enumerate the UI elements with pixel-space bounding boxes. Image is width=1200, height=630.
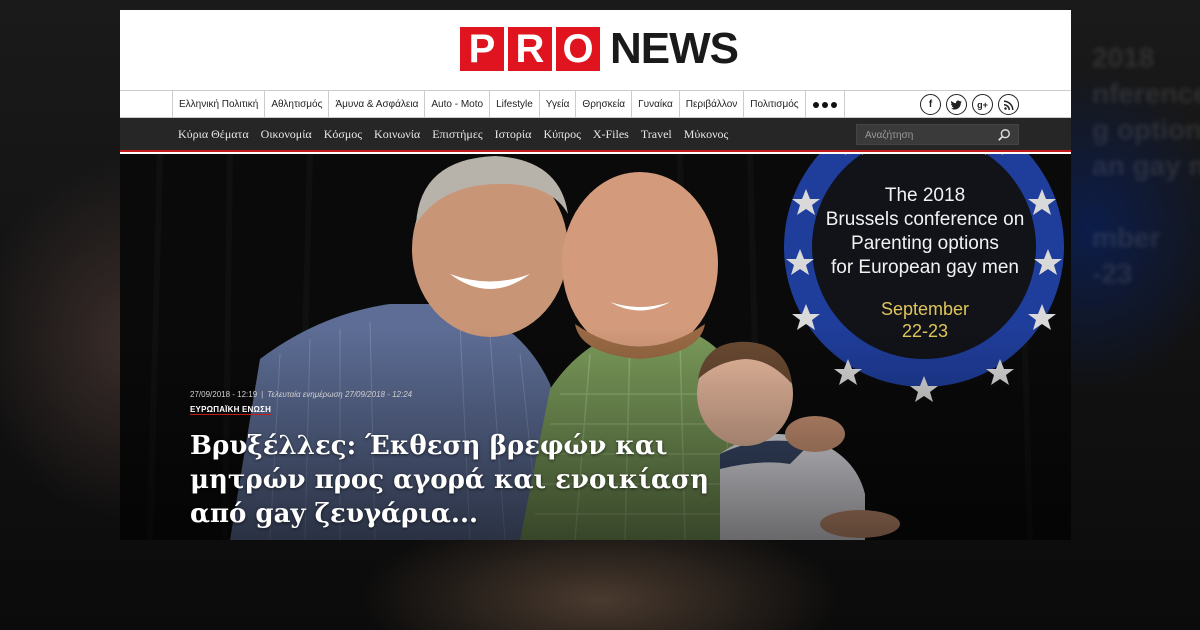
- subnav-item-cyprus[interactable]: Κύπρος: [543, 118, 580, 150]
- badge-line-3: Parenting options: [851, 233, 999, 254]
- subnav-item-science[interactable]: Επιστήμες: [432, 118, 482, 150]
- blurred-background-text: 2018 nference o g options an gay m mber …: [1092, 42, 1200, 289]
- article-category[interactable]: ΕΥΡΩΠΑΪΚΗ ΕΝΩΣΗ: [190, 405, 272, 415]
- article-meta: 27/09/2018 - 12:19 | Τελευταία ενημέρωση 2…: [190, 390, 413, 399]
- category-nav: Ελληνική Πολιτική Αθλητισμός Άμυνα & Ασφ…: [120, 90, 1071, 118]
- search-box: [856, 124, 1019, 145]
- section-nav: Κύρια Θέματα Οικονομία Κόσμος Κοινωνία Ε…: [120, 118, 1071, 152]
- twitter-icon[interactable]: [946, 94, 967, 115]
- badge-line-2: Brussels conference on: [825, 209, 1025, 230]
- logo-letter-o: O: [556, 27, 600, 71]
- nav-item-greek-politics[interactable]: Ελληνική Πολιτική: [173, 91, 266, 118]
- subnav-item-world[interactable]: Κόσμος: [324, 118, 362, 150]
- nav-item-lifestyle[interactable]: Lifestyle: [490, 91, 540, 118]
- page-frame: P R O NEWS Ελληνική Πολιτική Αθλητισμός …: [120, 10, 1071, 540]
- search-input[interactable]: [857, 126, 995, 145]
- google-plus-icon[interactable]: g+: [972, 94, 993, 115]
- badge-line-4: for European gay men: [830, 257, 1019, 278]
- subnav-item-mykonos[interactable]: Μύκονος: [684, 118, 729, 150]
- nav-item-culture[interactable]: Πολιτισμός: [744, 91, 806, 118]
- more-dots-icon[interactable]: [806, 91, 845, 118]
- article-headline[interactable]: Βρυξέλλες: Έκθεση βρεφών και μητρών προς…: [190, 429, 750, 531]
- updated-date: Τελευταία ενημέρωση 27/09/2018 - 12:24: [267, 390, 413, 399]
- subnav-item-history[interactable]: Ιστορία: [495, 118, 532, 150]
- search-icon[interactable]: [997, 128, 1011, 142]
- hero-article[interactable]: The 2018 Brussels conference on Parentin…: [120, 154, 1071, 540]
- subnav-item-main-topics[interactable]: Κύρια Θέματα: [178, 118, 249, 150]
- category-nav-list: Ελληνική Πολιτική Αθλητισμός Άμυνα & Ασφ…: [172, 91, 845, 118]
- rss-icon[interactable]: [998, 94, 1019, 115]
- published-date: 27/09/2018 - 12:19: [190, 390, 258, 399]
- logo-letter-r: R: [508, 27, 552, 71]
- nav-item-sports[interactable]: Αθλητισμός: [265, 91, 330, 118]
- nav-item-defense[interactable]: Άμυνα & Ασφάλεια: [329, 91, 426, 118]
- social-links: f g+: [920, 94, 1019, 115]
- logo-word: NEWS: [610, 24, 739, 73]
- site-logo[interactable]: P R O NEWS: [460, 24, 739, 73]
- logo-letter-p: P: [460, 27, 504, 71]
- conference-badge: The 2018 Brussels conference on Parentin…: [800, 184, 1050, 342]
- nav-item-woman[interactable]: Γυναίκα: [632, 91, 680, 118]
- section-nav-list: Κύρια Θέματα Οικονομία Κόσμος Κοινωνία Ε…: [178, 118, 728, 150]
- badge-date-days: 22-23: [901, 321, 949, 341]
- subnav-item-society[interactable]: Κοινωνία: [374, 118, 420, 150]
- badge-date-month: September: [880, 299, 970, 319]
- subnav-item-x-files[interactable]: X-Files: [593, 118, 629, 150]
- badge-line-1: The 2018: [884, 185, 966, 206]
- subnav-item-economy[interactable]: Οικονομία: [261, 118, 312, 150]
- hero-article-text: 27/09/2018 - 12:19 | Τελευταία ενημέρωση 2…: [190, 390, 750, 531]
- nav-item-environment[interactable]: Περιβάλλον: [680, 91, 745, 118]
- nav-item-auto-moto[interactable]: Auto - Moto: [425, 91, 491, 118]
- site-header: P R O NEWS: [120, 10, 1071, 90]
- nav-item-health[interactable]: Υγεία: [540, 91, 577, 118]
- facebook-icon[interactable]: f: [920, 94, 941, 115]
- subnav-item-travel[interactable]: Travel: [641, 118, 672, 150]
- nav-item-religion[interactable]: Θρησκεία: [576, 91, 633, 118]
